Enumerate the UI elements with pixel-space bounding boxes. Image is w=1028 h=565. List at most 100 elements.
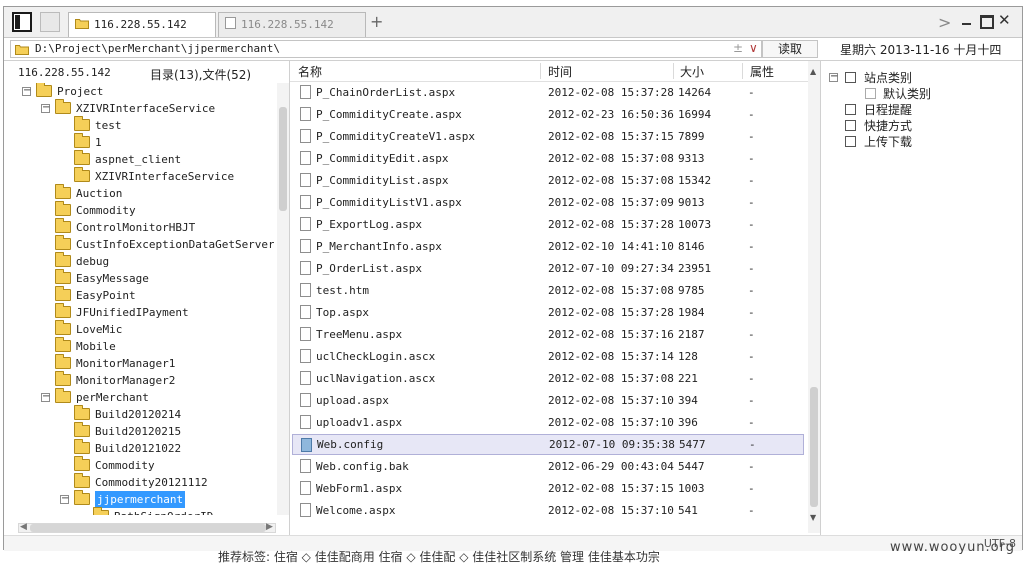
tree-item[interactable]: aspnet_client [4,150,274,168]
table-row[interactable]: TreeMenu.aspx 2012-02-08 15:37:16 2187 - [292,324,804,345]
table-row[interactable]: uclNavigation.ascx 2012-02-08 15:37:08 221… [292,368,804,389]
minimize-icon[interactable] [962,23,971,25]
file-attr: - [748,328,755,341]
folder-icon [74,133,90,148]
tab-active[interactable]: 116.228.55.142 [68,12,216,37]
scroll-down-icon[interactable]: ▼ [810,513,816,522]
chevron-right-icon[interactable]: > [938,13,951,32]
column-separator[interactable] [742,63,743,79]
tree-item[interactable]: − jjpermerchant [4,490,274,508]
file-size: 2187 [678,328,705,341]
column-time[interactable]: 时间 [548,63,572,80]
scroll-up-icon[interactable]: ▲ [810,67,816,76]
tree-item[interactable]: − Project [4,83,274,100]
table-row[interactable]: Web.config 2012-07-10 09:35:38 5477 - [292,434,804,455]
tree-item[interactable]: Mobile [4,337,274,355]
panel-toggle-icon[interactable] [12,12,32,32]
file-attr: - [748,196,755,209]
collapse-icon[interactable]: − [41,103,50,113]
tree-item-label: Commodity [95,459,155,472]
tree-item[interactable]: BathSignOrderID [4,507,274,515]
maximize-icon[interactable] [980,15,994,29]
file-time: 2012-02-08 15:37:16 [548,328,674,341]
plus-minus-icon[interactable]: ± [733,41,743,55]
tree-item[interactable]: Build20120215 [4,422,274,440]
tree-item[interactable]: EasyPoint [4,286,274,304]
tree-item[interactable]: test [4,116,274,134]
tree-item[interactable]: MonitorManager1 [4,354,274,372]
tree-item[interactable]: Commodity20121112 [4,473,274,491]
file-name: WebForm1.aspx [316,482,403,495]
tree-item[interactable]: debug [4,252,274,270]
column-size[interactable]: 大小 [680,63,704,80]
table-row[interactable]: Top.aspx 2012-02-08 15:37:28 1984 - [292,302,804,323]
table-row[interactable]: test.htm 2012-02-08 15:37:08 9785 - [292,280,804,301]
file-attr: - [748,284,755,297]
table-row[interactable]: uploadv1.aspx 2012-02-08 15:37:10 396 - [292,412,804,433]
tree-item[interactable]: ControlMonitorHBJT [4,218,274,236]
table-row[interactable]: P_CommidityEdit.aspx 2012-02-08 15:37:08 9… [292,148,804,169]
collapse-icon[interactable]: − [60,494,69,504]
blank-tab-icon[interactable] [40,12,60,32]
file-name: P_OrderList.aspx [316,262,422,275]
scroll-left-icon[interactable]: ◀ [20,522,27,532]
folder-icon [74,456,90,471]
tree-item[interactable]: XZIVRInterfaceService [4,167,274,185]
column-separator[interactable] [540,63,541,79]
tree-item[interactable]: MonitorManager2 [4,371,274,389]
table-row[interactable]: P_MerchantInfo.aspx 2012-02-10 14:41:10 81… [292,236,804,257]
folder-icon [74,439,90,454]
collapse-icon[interactable]: − [22,86,31,96]
close-icon[interactable]: ✕ [998,11,1011,29]
table-row[interactable]: uclCheckLogin.ascx 2012-02-08 15:37:14 128… [292,346,804,367]
collapse-icon[interactable]: − [41,392,50,402]
add-tab-button[interactable]: + [370,12,383,32]
scroll-right-icon[interactable]: ▶ [266,522,273,532]
table-row[interactable]: Web.config.bak 2012-06-29 00:43:04 5447 - [292,456,804,477]
file-scroll-thumb[interactable] [810,387,818,507]
table-row[interactable]: P_ExportLog.aspx 2012-02-08 15:37:28 10073… [292,214,804,235]
table-row[interactable]: P_CommidityList.aspx 2012-02-08 15:37:08 1… [292,170,804,191]
tab-label: 116.228.55.142 [94,18,187,31]
tree-item[interactable]: LoveMic [4,320,274,338]
table-row[interactable]: Welcome.aspx 2012-02-08 15:37:10 541 - [292,500,804,521]
tree-item[interactable]: − XZIVRInterfaceService [4,99,274,117]
side-panel-item[interactable]: 日程提醒 [821,102,1017,118]
tree-item[interactable]: Commodity [4,201,274,219]
tree-item[interactable]: JFUnifiedIPayment [4,303,274,321]
collapse-icon[interactable]: − [829,72,838,82]
side-panel-item[interactable]: 快捷方式 [821,118,1017,134]
column-attr[interactable]: 属性 [750,63,774,80]
tab-inactive[interactable]: 116.228.55.142 [218,12,366,37]
tree-item[interactable]: Build20121022 [4,439,274,457]
address-input[interactable]: D:\Project\perMerchant\jjpermerchant\ ± … [10,40,762,58]
tree-item-label: ControlMonitorHBJT [76,221,196,234]
table-row[interactable]: P_CommidityCreate.aspx 2012-02-23 16:50:3… [292,104,804,125]
tree-scroll-thumb[interactable] [279,107,287,211]
table-row[interactable]: upload.aspx 2012-02-08 15:37:10 394 - [292,390,804,411]
directory-panel: 116.228.55.142 目录(13),文件(52) − Project − XZ… [4,61,290,535]
table-row[interactable]: WebForm1.aspx 2012-02-08 15:37:15 1003 - [292,478,804,499]
tree-item[interactable]: EasyMessage [4,269,274,287]
tree-item[interactable]: − perMerchant [4,388,274,406]
tree-item[interactable]: Build20120214 [4,405,274,423]
table-row[interactable]: P_CommidityCreateV1.aspx 2012-02-08 15:37… [292,126,804,147]
tree-hscroll-thumb[interactable] [30,524,266,532]
table-row[interactable]: P_ChainOrderList.aspx 2012-02-08 15:37:28… [292,82,804,103]
tree-item[interactable]: 1 [4,133,274,151]
side-panel-item[interactable]: − 站点类别 [821,70,1017,86]
column-separator[interactable] [673,63,674,79]
file-size: 221 [678,372,698,385]
file-size: 1984 [678,306,705,319]
tree-item[interactable]: Auction [4,184,274,202]
side-panel-item[interactable]: 上传下载 [821,134,1017,150]
read-button[interactable]: 读取 [762,40,818,58]
side-panel-item[interactable]: 默认类别 [821,86,1017,102]
chevron-down-icon[interactable]: ∨ [749,41,758,55]
table-row[interactable]: P_CommidityListV1.aspx 2012-02-08 15:37:0… [292,192,804,213]
table-row[interactable]: P_OrderList.aspx 2012-07-10 09:27:34 23951… [292,258,804,279]
column-name[interactable]: 名称 [298,63,322,80]
folder-icon [55,218,71,233]
tree-item[interactable]: Commodity [4,456,274,474]
tree-item[interactable]: CustInfoExceptionDataGetServers [4,235,274,253]
